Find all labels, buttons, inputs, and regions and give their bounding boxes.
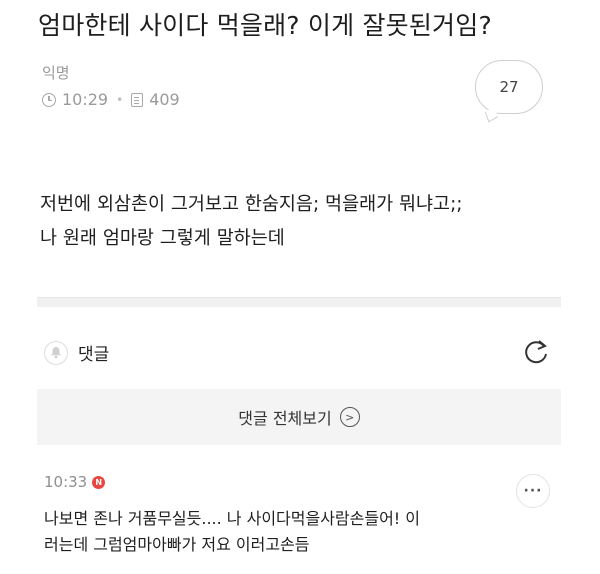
view-all-label: 댓글 전체보기: [238, 409, 332, 428]
post-body: 저번에 외삼촌이 그거보고 한숨지음; 먹을래가 뭐냐고;; 나 원래 엄마랑 …: [40, 188, 463, 256]
comment-count: 27: [499, 78, 519, 96]
new-badge: N: [92, 475, 106, 489]
post-body-line: 저번에 외삼촌이 그거보고 한숨지음; 먹을래가 뭐냐고;;: [40, 194, 463, 215]
comment-body: 나보면 존나 거품무실듯.... 나 사이다먹을사람손들어! 이 러는데 그럼엄…: [44, 506, 514, 558]
view-all-comments-button[interactable]: 댓글 전체보기 >: [37, 389, 561, 445]
post-meta: 10:29 • 409: [42, 90, 180, 109]
bell-icon[interactable]: [44, 340, 68, 365]
more-icon[interactable]: ···: [516, 474, 550, 508]
refresh-icon[interactable]: [522, 338, 550, 366]
comment-meta: 10:33 N: [44, 473, 106, 491]
comment-line: 러는데 그럼엄마아빠가 저요 이러고손듬: [44, 535, 310, 554]
comment-header: 댓글: [44, 340, 109, 365]
comment-time: 10:33: [44, 473, 88, 491]
post-time: 10:29: [62, 90, 109, 109]
chevron-right-icon: >: [339, 407, 360, 427]
post-views: 409: [149, 90, 180, 109]
post-author: 익명: [42, 64, 70, 82]
post-title: 엄마한테 사이다 먹을래? 이게 잘못된거임?: [38, 11, 492, 40]
document-icon: [131, 92, 144, 107]
post-body-line: 나 원래 엄마랑 그렇게 말하는데: [40, 228, 285, 249]
comment-line: 나보면 존나 거품무실듯.... 나 사이다먹을사람손들어! 이: [44, 509, 421, 528]
comment-count-bubble[interactable]: 27: [475, 60, 543, 114]
section-divider: [37, 297, 561, 307]
meta-separator: •: [116, 92, 124, 107]
comment-section-label: 댓글: [78, 345, 110, 365]
clock-icon: [42, 92, 56, 107]
